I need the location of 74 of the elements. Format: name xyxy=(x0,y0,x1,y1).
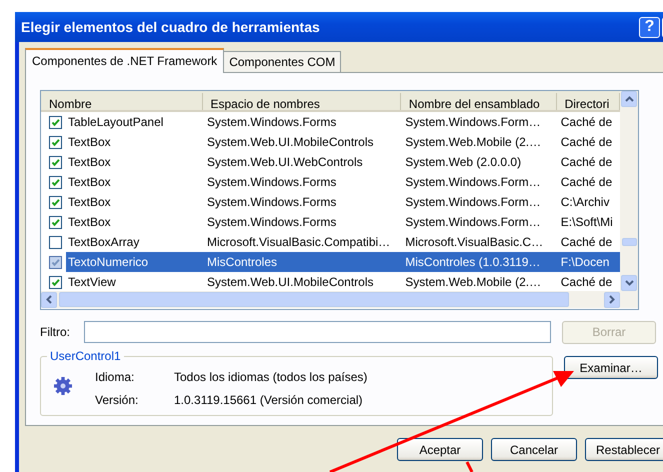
group-legend: UserControl1 xyxy=(47,349,124,363)
checkbox[interactable] xyxy=(49,116,62,128)
scrollbar-thumb[interactable] xyxy=(59,292,569,307)
table-cell-text: System.Web (2.0.0.0) xyxy=(404,154,522,171)
tab[interactable]: Componentes de .NET Framework xyxy=(25,48,224,73)
filter-field[interactable] xyxy=(84,321,551,343)
checkbox[interactable] xyxy=(49,136,62,148)
table-cell-text: System.Windows.Forms xyxy=(206,174,338,191)
checkbox[interactable] xyxy=(49,176,62,188)
table-cell-text: E:\Soft\Mi xyxy=(560,214,614,231)
caret-up-icon xyxy=(624,96,634,102)
detail-label: Idioma: xyxy=(95,370,136,384)
table-cell-text: System.Windows.Form… xyxy=(404,194,542,211)
scroll-up-button[interactable] xyxy=(621,91,637,107)
table-cell-text: TableLayoutPanel xyxy=(67,114,164,131)
checkbox[interactable] xyxy=(49,236,62,248)
caret-right-icon xyxy=(609,295,615,304)
checkbox[interactable] xyxy=(49,156,62,168)
table-cell-text: System.Web.UI.MobileControls xyxy=(206,134,374,151)
scroll-right-button[interactable] xyxy=(604,292,620,308)
table-cell-text: System.Windows.Forms xyxy=(206,214,338,231)
column-header[interactable]: Nombre del ensamblado xyxy=(400,93,557,110)
table-cell: MisControles (1.0.3119… xyxy=(401,252,557,272)
table-cell-text: TextBoxArray xyxy=(67,234,140,251)
scroll-down-button[interactable] xyxy=(621,275,637,291)
table-cell-text: Caché de xyxy=(560,134,614,151)
table-cell-text: TextView xyxy=(67,274,117,291)
dialog-button[interactable]: Restablecer xyxy=(585,438,663,461)
annotation-line xyxy=(466,461,474,472)
table-cell-text: System.Windows.Form… xyxy=(404,114,542,131)
detail-value: 1.0.3119.15661 (Versión comercial) xyxy=(174,392,364,406)
tab[interactable]: Componentes COM xyxy=(223,51,342,72)
dialog-button[interactable]: Cancelar xyxy=(491,438,577,461)
table-cell-text: System.Web.Mobile (2.… xyxy=(404,274,542,291)
table-cell: F:\Docen xyxy=(556,252,620,272)
checkbox[interactable] xyxy=(49,196,62,208)
column-header[interactable]: Nombre xyxy=(41,93,202,110)
window-title: Elegir elementos del cuadro de herramientas xyxy=(21,19,321,35)
table-cell-text: System.Windows.Form… xyxy=(404,174,542,191)
table-cell: TextoNumerico xyxy=(66,252,203,272)
table-cell-text: Microsoft.VisualBasic.Compatibi… xyxy=(206,234,392,251)
table-cell-text: Caché de xyxy=(560,234,614,251)
caret-left-icon xyxy=(46,295,52,304)
table-cell-text: System.Web.Mobile (2.… xyxy=(404,134,542,151)
table-cell-text: System.Windows.Forms xyxy=(206,114,338,131)
table-cell-text: System.Web.UI.MobileControls xyxy=(206,274,374,291)
dialog-button[interactable]: Aceptar xyxy=(397,438,483,461)
table-cell-text: TextBox xyxy=(67,174,112,191)
checkbox[interactable] xyxy=(49,216,62,228)
detail-label: Versión: xyxy=(95,392,140,406)
table-cell: MisControles xyxy=(203,252,402,272)
browse-button[interactable]: Examinar… xyxy=(564,356,658,379)
table-cell-text: System.Windows.Form… xyxy=(404,214,542,231)
table-cell-text: Caché de xyxy=(560,174,614,191)
scrollbar-thumb[interactable] xyxy=(622,238,636,246)
caret-down-icon xyxy=(624,280,634,286)
filter-label: Filtro: xyxy=(40,325,71,339)
table-cell-text: Caché de xyxy=(560,154,614,171)
detail-value: Todos los idiomas (todos los países) xyxy=(174,370,368,384)
table-cell-text: TextBox xyxy=(67,194,112,211)
table-cell-text: C:\Archiv xyxy=(560,194,610,211)
table-cell-text: TextBox xyxy=(67,154,112,171)
table-cell-text: Caché de xyxy=(560,274,614,291)
checkbox[interactable] xyxy=(49,256,62,268)
help-button[interactable]: ? xyxy=(639,16,660,38)
table-cell-text: TextBox xyxy=(67,214,112,231)
table-cell-text: Caché de xyxy=(560,114,614,131)
table-cell-text: TextBox xyxy=(67,134,112,151)
table-cell-text: Microsoft.VisualBasic.C… xyxy=(404,234,544,251)
table-cell-text: System.Windows.Forms xyxy=(206,194,338,211)
checkbox[interactable] xyxy=(49,276,62,288)
gear-icon xyxy=(53,376,73,396)
table-cell-text: System.Web.UI.WebControls xyxy=(206,154,364,171)
scroll-left-button[interactable] xyxy=(41,292,57,308)
